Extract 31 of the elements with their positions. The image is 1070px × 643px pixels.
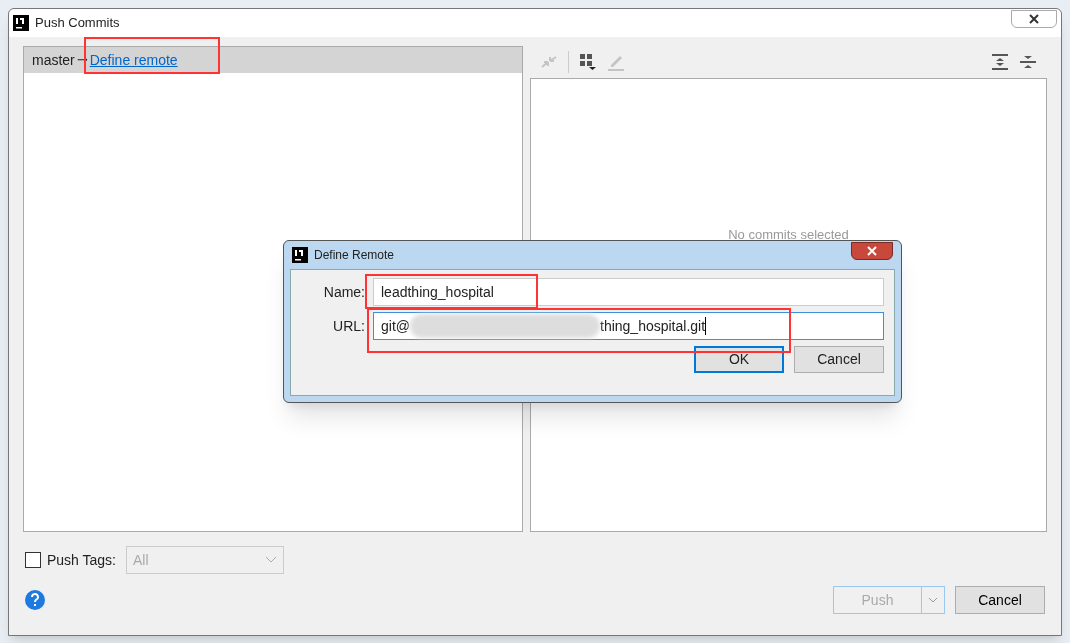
push-tags-label: Push Tags:	[47, 550, 116, 570]
dialog-title: Define Remote	[314, 247, 395, 264]
url-start: git@	[381, 316, 410, 336]
input-field[interactable]: git@ thing_hospital.git	[373, 312, 884, 340]
grid-icon	[579, 53, 597, 71]
field-label: URL:	[332, 316, 365, 336]
close-button[interactable]	[1011, 10, 1057, 28]
chevron-down-icon	[928, 597, 938, 603]
push-tags-checkbox[interactable]	[25, 552, 41, 568]
define-remote-link[interactable]: Define remote	[89, 49, 178, 71]
cancel-button[interactable]: Cancel	[955, 586, 1045, 614]
close-button[interactable]	[851, 242, 893, 260]
app-logo-icon	[13, 15, 29, 31]
branch-name: master	[32, 50, 75, 70]
window-title: Push Commits	[35, 14, 120, 33]
text-cursor	[705, 317, 707, 335]
url-end: thing_hospital.git	[600, 316, 706, 336]
arrows-icon	[540, 53, 558, 71]
field-label: Name:	[322, 282, 365, 302]
help-icon[interactable]	[25, 590, 45, 610]
dialog-button[interactable]: OK	[694, 346, 784, 373]
empty-text: No commits selected	[728, 226, 849, 239]
close-icon	[867, 246, 877, 256]
collapse-all-icon	[1019, 53, 1037, 71]
dialog-button[interactable]: Cancel	[794, 346, 884, 373]
chevron-down-icon	[265, 556, 277, 564]
pencil-icon	[607, 53, 625, 71]
expand-all-icon	[991, 53, 1009, 71]
close-icon	[1029, 14, 1039, 24]
input-field[interactable]: leadthing_hospital	[373, 278, 884, 306]
app-logo-icon	[292, 247, 308, 263]
